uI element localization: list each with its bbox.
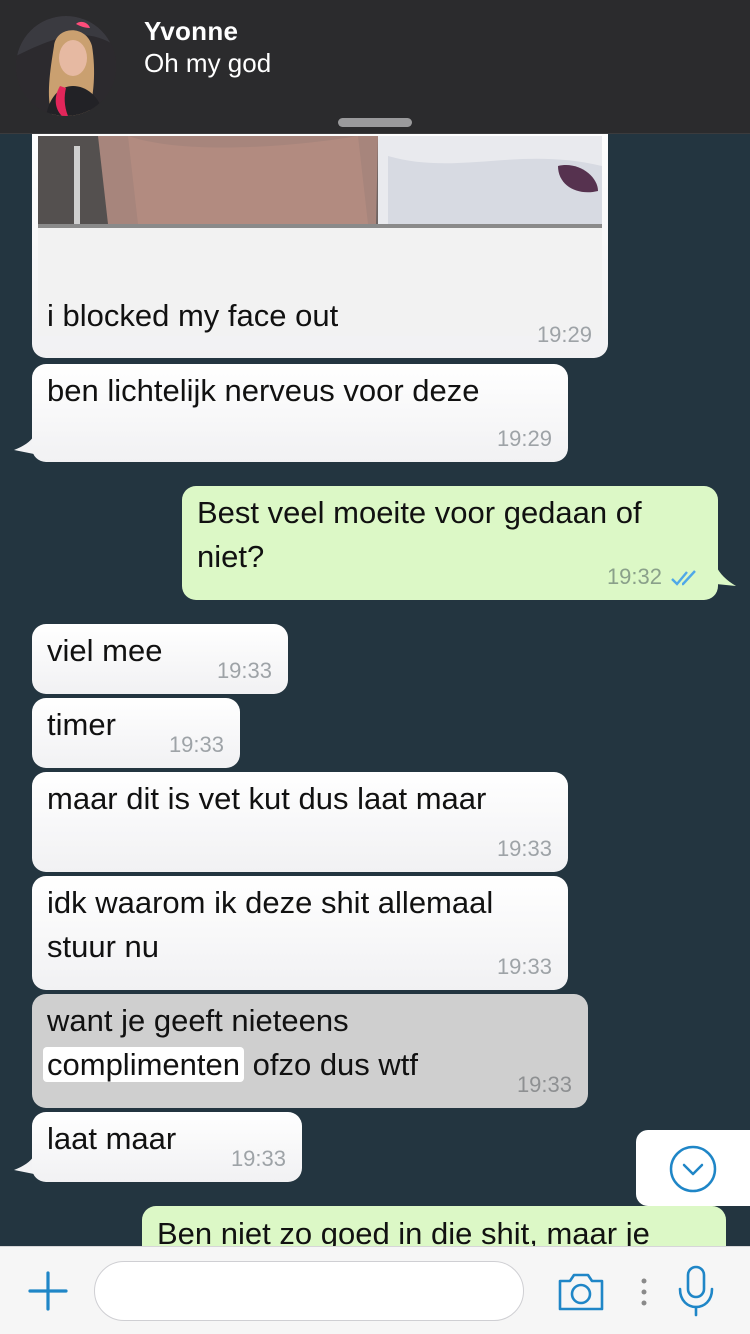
message-bubble-selected[interactable]: want je geeft nieteens complimenten ofzo… [32, 994, 588, 1108]
message-bubble[interactable]: laat maar 19:33 [32, 1112, 302, 1182]
more-dots-icon[interactable] [640, 1277, 648, 1307]
message-bubble[interactable]: maar dit is vet kut dus laat maar 19:33 [32, 772, 568, 872]
message-time: 19:29 [496, 426, 552, 451]
message-text: ben lichtelijk nerveus voor deze [47, 373, 480, 408]
message-time: 19:33 [230, 1146, 286, 1171]
scroll-to-bottom-button[interactable] [636, 1130, 750, 1206]
message-time: 19:33 [496, 836, 552, 861]
message-bubble[interactable]: viel mee 19:33 [32, 624, 288, 694]
camera-icon[interactable] [556, 1271, 606, 1313]
message-input[interactable] [94, 1261, 524, 1321]
message-input-bar [0, 1246, 750, 1334]
microphone-icon[interactable] [676, 1265, 716, 1317]
message-text-line: want je geeft nieteens [47, 1003, 349, 1038]
contact-name: Yvonne [144, 16, 239, 46]
chat-area[interactable]: i blocked my face out 19:29 ben lichteli… [0, 0, 750, 1246]
message-bubble[interactable]: ben lichtelijk nerveus voor deze 19:29 [32, 364, 568, 462]
message-bubble-outgoing[interactable]: Best veel moeite voor gedaan of niet? 19… [182, 486, 718, 600]
plus-icon[interactable] [28, 1271, 68, 1311]
message-time: 19:33 [216, 658, 272, 683]
message-text: want je geeft nieteens complimenten ofzo… [43, 999, 573, 1087]
drag-handle[interactable] [338, 118, 412, 127]
message-text: Ben niet zo goed in die shit, maar je [157, 1216, 650, 1246]
chevron-down-icon [669, 1145, 717, 1193]
message-text: maar dit is vet kut dus laat maar [47, 781, 487, 816]
message-time: 19:33 [516, 1072, 572, 1097]
message-text-line: complimenten ofzo dus wtf [43, 1043, 573, 1087]
message-bubble-outgoing[interactable]: Ben niet zo goed in die shit, maar je [142, 1206, 726, 1246]
message-time: 19:33 [168, 732, 224, 757]
avatar[interactable] [16, 16, 116, 116]
notification-preview-text: Oh my god [144, 48, 272, 78]
message-text: i blocked my face out [47, 298, 339, 333]
message-notification-banner[interactable]: Yvonne Oh my god [0, 0, 750, 134]
message-time: 19:32 [606, 564, 662, 589]
message-bubble[interactable]: i blocked my face out 19:29 [32, 110, 608, 358]
text-selection-highlight[interactable]: complimenten [43, 1047, 244, 1082]
message-text-rest: ofzo dus wtf [252, 1047, 419, 1082]
message-time: 19:33 [496, 954, 552, 979]
message-bubble[interactable]: idk waarom ik deze shit allemaal stuur n… [32, 876, 568, 990]
message-bubble[interactable]: timer 19:33 [32, 698, 240, 768]
message-time: 19:29 [536, 322, 592, 347]
message-text: idk waarom ik deze shit allemaal stuur n… [47, 885, 494, 964]
double-check-icon [671, 570, 696, 586]
